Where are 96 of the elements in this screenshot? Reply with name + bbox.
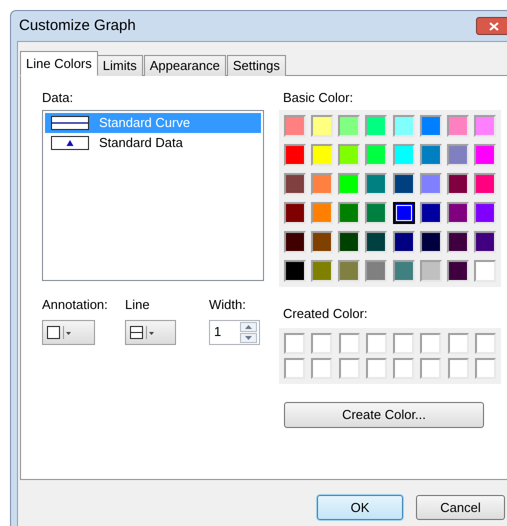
empty-color-slot[interactable] [448,332,468,354]
color-swatch[interactable] [392,231,414,253]
line-label: Line [125,296,151,314]
empty-color-slot[interactable] [311,358,332,378]
color-swatch[interactable] [420,260,442,282]
close-icon [489,22,499,30]
empty-color-slot[interactable] [393,332,414,354]
empty-color-slot[interactable] [393,358,414,378]
color-swatch[interactable] [365,144,388,166]
tab[interactable]: Line Colors [20,51,98,76]
created-color-label: Created Color: [282,305,369,323]
square-icon [47,326,60,338]
color-swatch[interactable] [474,144,496,166]
data-listbox[interactable]: Standard Curve Standard Data [42,110,264,281]
color-swatch[interactable] [392,260,414,282]
color-swatch[interactable] [420,231,442,253]
window-title: Customize Graph [19,16,136,36]
color-swatch[interactable] [311,260,334,282]
color-swatch[interactable] [446,260,469,282]
color-swatch[interactable] [365,173,388,195]
width-spinbox[interactable]: 1 [209,320,260,344]
caret-icon [63,326,71,338]
color-swatch[interactable] [365,115,388,137]
color-swatch[interactable] [338,144,360,166]
color-swatch[interactable] [284,202,306,224]
empty-color-slot[interactable] [366,332,387,354]
width-label: Width: [209,296,247,314]
color-swatch[interactable] [365,202,388,224]
color-swatch[interactable] [446,144,469,166]
empty-color-slot[interactable] [474,332,496,354]
color-swatch[interactable] [311,115,334,137]
color-swatch[interactable] [311,173,334,195]
empty-color-slot[interactable] [420,358,442,378]
empty-color-slot[interactable] [284,332,305,354]
marker-swatch-icon [51,136,89,150]
tab[interactable]: Limits [96,55,143,76]
color-swatch[interactable] [365,260,388,282]
tab[interactable]: Settings [226,55,286,76]
tab[interactable]: Appearance [144,55,226,76]
line-swatch-icon [51,116,89,130]
color-swatch[interactable] [338,173,360,195]
color-swatch[interactable] [474,173,496,195]
empty-color-slot[interactable] [366,358,387,378]
color-swatch[interactable] [284,231,306,253]
color-swatch[interactable] [338,231,360,253]
color-swatch[interactable] [338,260,360,282]
color-swatch[interactable] [338,202,360,224]
data-label: Data: [42,90,74,106]
create-color-button[interactable]: Create Color... [284,402,484,428]
color-swatch[interactable] [365,231,388,253]
color-swatch[interactable] [420,144,442,166]
color-swatch[interactable] [446,115,469,137]
caret-icon [146,326,154,338]
down-arrow-icon [245,336,252,340]
width-value: 1 [214,323,222,342]
color-swatch[interactable] [446,202,469,224]
color-swatch[interactable] [311,231,334,253]
color-swatch[interactable] [446,231,469,253]
color-swatch[interactable] [284,115,306,137]
color-swatch[interactable] [284,260,306,282]
empty-color-slot[interactable] [338,358,360,378]
empty-color-slot[interactable] [284,358,305,378]
color-swatch[interactable] [474,115,496,137]
annotation-label: Annotation: [42,296,109,314]
color-swatch[interactable] [284,144,306,166]
empty-color-slot[interactable] [420,332,442,354]
color-swatch[interactable] [420,202,442,224]
color-swatch[interactable] [474,202,496,224]
color-swatch[interactable] [474,260,496,282]
color-swatch[interactable] [392,202,414,224]
color-swatch[interactable] [392,144,414,166]
line-style-dropdown[interactable] [125,320,176,344]
dialog-button[interactable]: Cancel [416,495,505,520]
annotation-dropdown[interactable] [42,320,95,344]
dialog-button[interactable]: OK [317,495,403,520]
color-swatch[interactable] [420,115,442,137]
line-style-icon [130,326,143,338]
color-swatch[interactable] [446,173,469,195]
basic-color-label: Basic Color: [282,90,354,106]
color-swatch[interactable] [474,231,496,253]
empty-color-slot[interactable] [448,358,468,378]
empty-color-slot[interactable] [338,332,360,354]
close-button[interactable] [476,17,507,35]
color-swatch[interactable] [420,173,442,195]
up-arrow-icon [245,324,252,328]
empty-color-slot[interactable] [474,358,496,378]
spin-up-button[interactable] [240,322,257,332]
color-swatch[interactable] [311,144,334,166]
color-swatch[interactable] [392,115,414,137]
list-item[interactable]: Standard Data [45,133,261,153]
color-swatch[interactable] [311,202,334,224]
spin-down-button[interactable] [240,332,257,342]
empty-color-slot[interactable] [311,332,332,354]
color-swatch[interactable] [392,173,414,195]
color-swatch[interactable] [284,173,306,195]
color-swatch[interactable] [338,115,360,137]
